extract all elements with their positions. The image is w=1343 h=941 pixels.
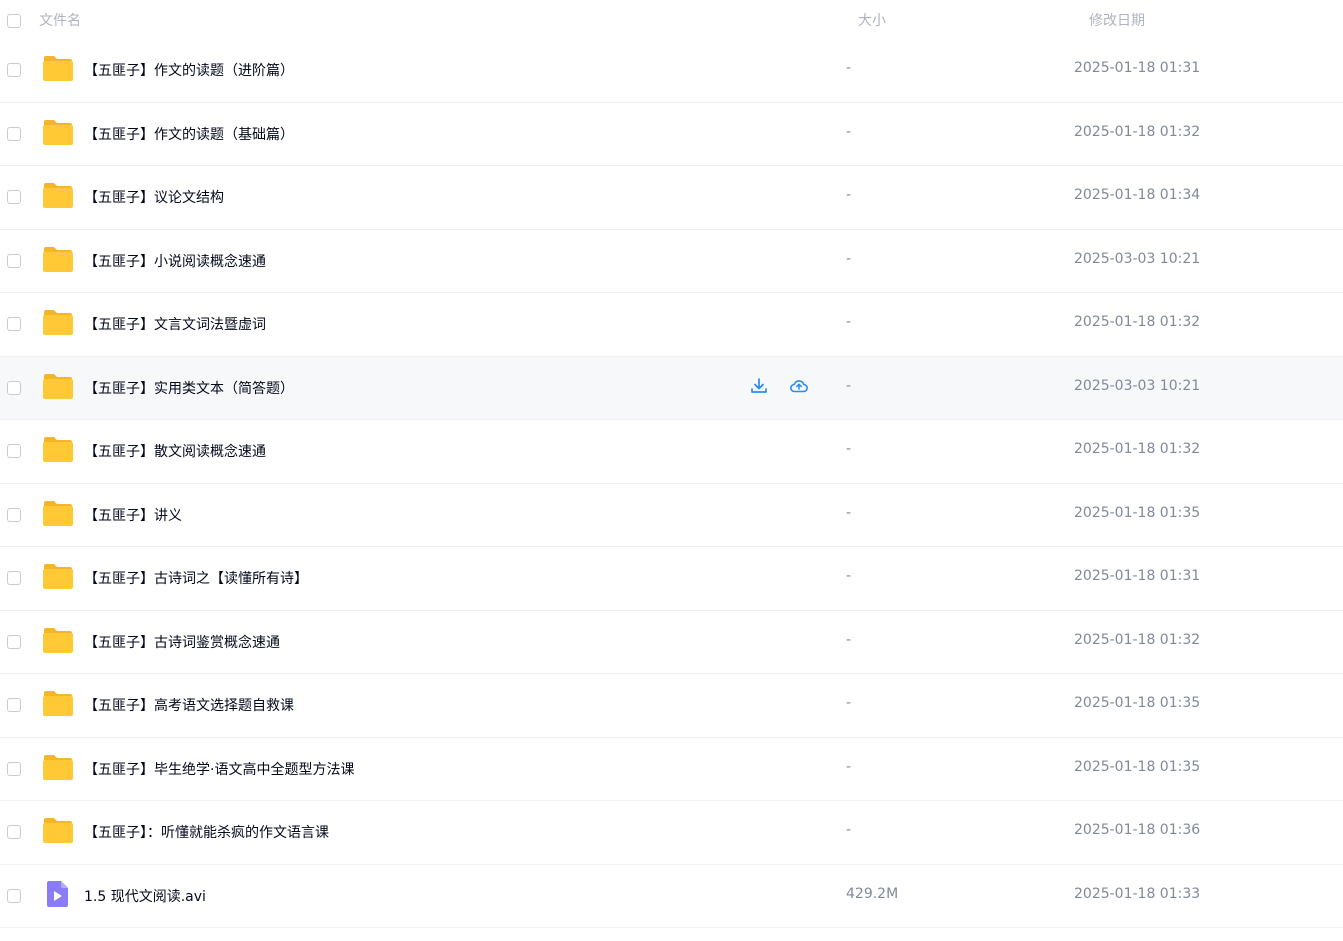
file-date: 2025-01-18 01:35: [1074, 758, 1201, 775]
folder-icon: [42, 245, 74, 273]
file-size: -: [846, 123, 852, 140]
folder-icon: [42, 689, 74, 717]
file-name[interactable]: 【五匪子】议论文结构: [84, 187, 224, 207]
file-date: 2025-01-18 01:32: [1074, 441, 1201, 457]
file-name[interactable]: 【五匪子】小说阅读概念速通: [84, 251, 266, 271]
file-name[interactable]: 【五匪子】文言文词法暨虚词: [84, 314, 266, 334]
file-date: 2025-01-18 01:31: [1074, 568, 1201, 584]
file-list: 文件名 大小 修改日期 【五匪子】作文的读题（进阶篇） - 2025-01-18 0…: [0, 0, 1343, 941]
file-date: 2025-01-18 01:31: [1074, 60, 1201, 76]
row-checkbox[interactable]: [7, 126, 21, 141]
file-row[interactable]: 1.5 现代文阅读.avi 429.2M 2025-01-18 01:33: [0, 864, 1343, 928]
folder-icon: [42, 753, 74, 781]
folder-icon: [42, 118, 74, 146]
row-checkbox[interactable]: [7, 825, 21, 839]
file-size: -: [846, 822, 852, 838]
folder-row[interactable]: 【五匪子】小说阅读概念速通 - 2025-03-03 10:21: [0, 229, 1343, 293]
folder-icon: [42, 626, 74, 654]
file-size: 429.2M: [846, 885, 899, 902]
row-checkbox[interactable]: [7, 634, 21, 649]
file-date: 2025-01-18 01:34: [1074, 187, 1201, 203]
file-size: -: [846, 187, 852, 203]
video-file-icon: [42, 880, 74, 908]
file-name[interactable]: 【五匪子】实用类文本（简答题）: [84, 378, 294, 398]
download-icon[interactable]: [749, 376, 769, 396]
file-size: -: [846, 568, 852, 584]
file-name[interactable]: 【五匪子】古诗词之【读懂所有诗】: [84, 568, 308, 588]
cloud-save-icon[interactable]: [789, 376, 809, 396]
file-size: -: [846, 695, 852, 711]
file-date: 2025-01-18 01:32: [1074, 123, 1201, 140]
file-name[interactable]: 【五匪子】讲义: [84, 505, 182, 525]
file-name[interactable]: 【五匪子】毕生绝学·语文高中全题型方法课: [84, 759, 354, 779]
folder-row[interactable]: 【五匪子】古诗词鉴赏概念速通 - 2025-01-18 01:32: [0, 610, 1343, 674]
file-size: -: [846, 504, 852, 521]
folder-icon: [42, 499, 74, 527]
file-size: -: [846, 314, 852, 330]
file-size: -: [846, 250, 852, 267]
folder-row[interactable]: 【五匪子】讲义 - 2025-01-18 01:35: [0, 483, 1343, 547]
file-date: 2025-01-18 01:33: [1074, 885, 1201, 902]
file-name[interactable]: 【五匪子】：听懂就能杀疯的作文语言课: [84, 822, 329, 842]
column-header-date[interactable]: 修改日期: [1089, 10, 1145, 30]
row-checkbox[interactable]: [7, 698, 21, 712]
folder-row[interactable]: 【五匪子】散文阅读概念速通 - 2025-01-18 01:32: [0, 420, 1343, 484]
row-checkbox[interactable]: [7, 444, 21, 458]
row-checkbox[interactable]: [7, 507, 21, 522]
folder-row[interactable]: 【五匪子】实用类文本（简答题） - 2025-03-03 10:21: [0, 356, 1343, 420]
file-date: 2025-03-03 10:21: [1074, 377, 1201, 394]
file-size: -: [846, 441, 852, 457]
file-name[interactable]: 【五匪子】散文阅读概念速通: [84, 441, 266, 461]
column-header-name[interactable]: 文件名: [39, 10, 81, 30]
folder-icon: [42, 181, 74, 209]
row-checkbox[interactable]: [7, 888, 21, 903]
row-checkbox[interactable]: [7, 63, 21, 77]
folder-icon: [42, 308, 74, 336]
row-checkbox[interactable]: [7, 190, 21, 204]
folder-row[interactable]: 【五匪子】议论文结构 - 2025-01-18 01:34: [0, 166, 1343, 230]
file-date: 2025-01-18 01:36: [1074, 822, 1201, 838]
select-all-checkbox[interactable]: [7, 14, 21, 28]
folder-icon: [42, 54, 74, 82]
file-name[interactable]: 【五匪子】高考语文选择题自救课: [84, 695, 294, 715]
column-header-size[interactable]: 大小: [858, 10, 886, 30]
folder-icon: [42, 562, 74, 590]
file-date: 2025-01-18 01:32: [1074, 631, 1201, 648]
file-list-header: 文件名 大小 修改日期: [0, 0, 1343, 41]
folder-icon: [42, 435, 74, 463]
file-size: -: [846, 758, 852, 775]
folder-row[interactable]: 【五匪子】作文的读题（进阶篇） - 2025-01-18 01:31: [0, 39, 1343, 103]
file-name[interactable]: 1.5 现代文阅读.avi: [84, 886, 206, 906]
file-name[interactable]: 【五匪子】古诗词鉴赏概念速通: [84, 632, 280, 652]
row-checkbox[interactable]: [7, 761, 21, 776]
file-size: -: [846, 60, 852, 76]
file-size: -: [846, 631, 852, 648]
folder-icon: [42, 372, 74, 400]
file-date: 2025-01-18 01:35: [1074, 695, 1201, 711]
file-size: -: [846, 377, 852, 394]
row-checkbox[interactable]: [7, 253, 21, 268]
row-checkbox[interactable]: [7, 317, 21, 331]
folder-row[interactable]: 【五匪子】文言文词法暨虚词 - 2025-01-18 01:32: [0, 293, 1343, 357]
file-name[interactable]: 【五匪子】作文的读题（进阶篇）: [84, 60, 294, 80]
row-checkbox[interactable]: [7, 380, 21, 395]
folder-row[interactable]: 【五匪子】：听懂就能杀疯的作文语言课 - 2025-01-18 01:36: [0, 801, 1343, 865]
folder-icon: [42, 816, 74, 844]
row-checkbox[interactable]: [7, 571, 21, 585]
file-name[interactable]: 【五匪子】作文的读题（基础篇）: [84, 124, 294, 144]
file-date: 2025-01-18 01:35: [1074, 504, 1201, 521]
file-date: 2025-01-18 01:32: [1074, 314, 1201, 330]
folder-row[interactable]: 【五匪子】高考语文选择题自救课 - 2025-01-18 01:35: [0, 674, 1343, 738]
file-date: 2025-03-03 10:21: [1074, 250, 1201, 267]
folder-row[interactable]: 【五匪子】作文的读题（基础篇） - 2025-01-18 01:32: [0, 102, 1343, 166]
folder-row[interactable]: 【五匪子】古诗词之【读懂所有诗】 - 2025-01-18 01:31: [0, 547, 1343, 611]
folder-row[interactable]: 【五匪子】毕生绝学·语文高中全题型方法课 - 2025-01-18 01:35: [0, 737, 1343, 801]
